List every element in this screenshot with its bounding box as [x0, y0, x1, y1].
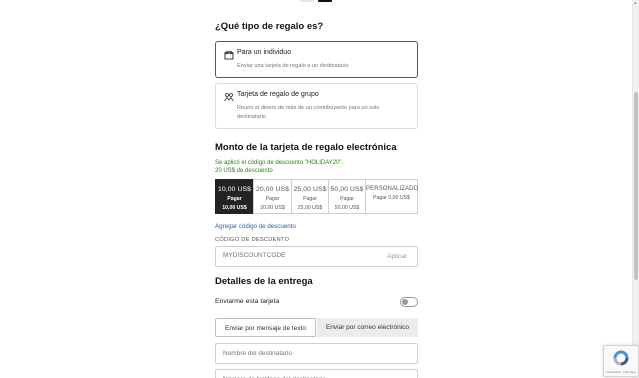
amount-option-25[interactable]: 25,00 US$ Pagar 25,00 US$	[291, 179, 329, 214]
recipient-name-input[interactable]	[223, 350, 403, 357]
amount-option-value: 25,00 US$	[293, 186, 327, 193]
amount-option-pay-label: Pagar	[340, 196, 354, 202]
recaptcha-badge[interactable]: Privacidad - Términos	[603, 345, 639, 377]
apply-discount-button[interactable]: Aplicar	[387, 253, 407, 260]
discount-amount-notice: 20 US$ de descuento	[215, 168, 273, 174]
send-to-me-toggle[interactable]	[400, 297, 418, 307]
delivery-method-tabs: Enviar por mensaje de texto Enviar por c…	[215, 318, 418, 337]
amount-option-custom[interactable]: PERSONALIZADO Pagar 0,00 US$	[365, 179, 418, 214]
amount-option-value: PERSONALIZADO	[366, 186, 419, 192]
amount-option-pay-value: 50,00 US$	[334, 205, 360, 211]
gift-option-individual[interactable]: Para un individuo Enviar una tarjeta de …	[215, 41, 418, 78]
amount-option-value: 20,00 US$	[255, 186, 290, 193]
discount-code-input[interactable]	[223, 252, 363, 259]
top-swatch-light	[300, 0, 314, 2]
recipient-phone-field	[215, 369, 418, 378]
gift-option-group-description-line2: destinatario	[237, 114, 266, 120]
gift-icon	[224, 50, 234, 60]
amount-option-pay-label: Pagar	[227, 196, 242, 202]
amount-option-50[interactable]: 50,00 US$ Pagar 50,00 US$	[328, 179, 366, 214]
amount-option-pay-value: 10,00 US$	[222, 205, 247, 211]
toggle-knob	[402, 299, 408, 305]
gift-type-heading: ¿Qué tipo de regalo es?	[215, 21, 324, 32]
amount-option-pay-label: Pagar 0,00 US$	[373, 195, 410, 201]
recaptcha-icon	[613, 350, 629, 366]
amount-option-pay-label: Pagar	[265, 196, 280, 202]
amount-heading: Monto de la tarjeta de regalo electrónic…	[215, 142, 397, 153]
amount-option-value: 10,00 US$	[217, 186, 252, 193]
gift-option-group[interactable]: Tarjeta de regalo de grupo Reunir el din…	[215, 83, 418, 129]
group-icon	[224, 93, 234, 102]
amount-option-pay-label: Pagar	[303, 196, 317, 202]
tab-send-by-text[interactable]: Enviar por mensaje de texto	[215, 318, 316, 337]
add-discount-code-link[interactable]: Agregar código de descuento	[215, 223, 296, 230]
tab-send-by-email[interactable]: Enviar por correo electrónico	[317, 318, 418, 337]
scroll-up-icon[interactable]: ▲	[632, 0, 639, 6]
send-to-me-label: Enviarme esta tarjeta	[215, 298, 280, 305]
recaptcha-text: Privacidad - Términos	[606, 370, 636, 374]
gift-option-individual-description: Enviar una tarjeta de regalo a un destin…	[237, 63, 349, 69]
amount-option-20[interactable]: 20,00 US$ Pagar 20,00 US$	[253, 179, 292, 214]
discount-code-box: Aplicar	[215, 246, 418, 267]
amount-option-value: 50,00 US$	[330, 186, 364, 193]
discount-code-label: CÓDIGO DE DESCUENTO	[215, 237, 290, 243]
gift-option-group-title: Tarjeta de regalo de grupo	[237, 91, 319, 98]
amount-option-10[interactable]: 10,00 US$ Pagar 10,00 US$	[215, 179, 254, 214]
recipient-name-field	[215, 343, 418, 364]
amount-option-pay-value: 20,00 US$	[260, 205, 285, 211]
scrollbar-thumb[interactable]	[634, 92, 638, 280]
gift-option-individual-title: Para un individuo	[237, 49, 292, 56]
delivery-heading: Detalles de la entrega	[215, 276, 313, 287]
amount-option-pay-value: 25,00 US$	[297, 205, 323, 211]
amount-options: 10,00 US$ Pagar 10,00 US$ 20,00 US$ Paga…	[215, 179, 418, 214]
top-swatch-dark	[318, 0, 332, 2]
discount-applied-notice: Se aplicó el código de descuento "HOLIDA…	[215, 160, 344, 166]
